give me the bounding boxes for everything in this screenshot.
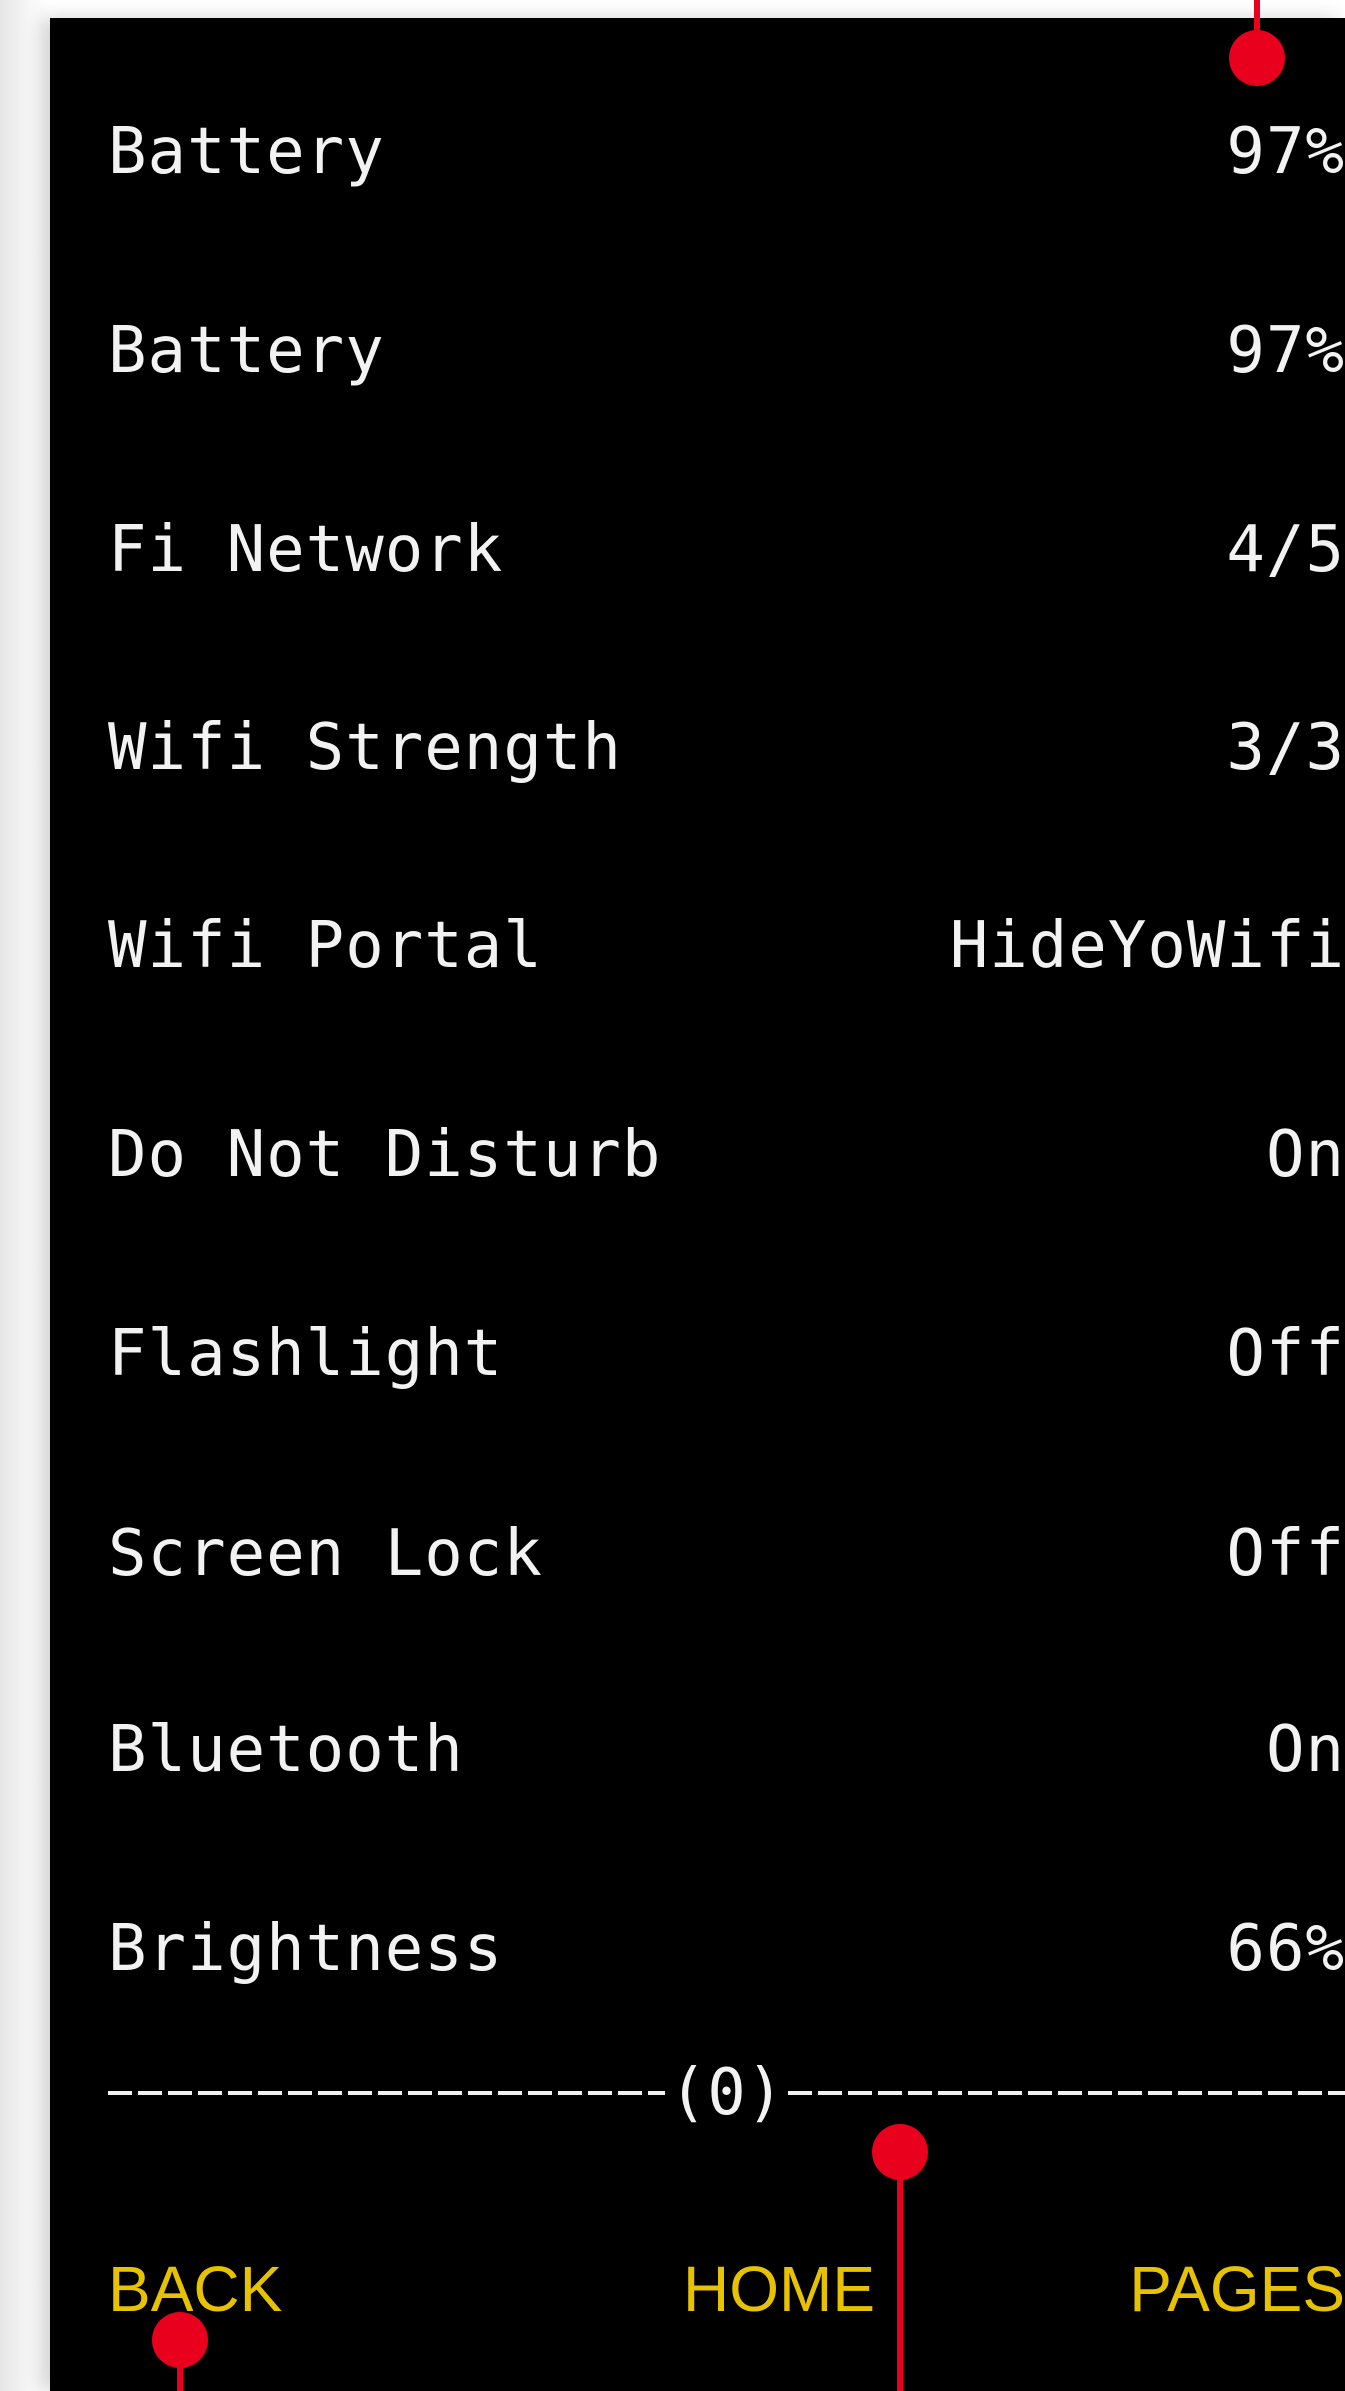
status-row-battery[interactable]: Battery 97%	[108, 92, 1345, 212]
page-counter: (0)	[668, 2056, 785, 2130]
row-value: On	[1265, 1118, 1345, 1192]
row-value: Off	[1226, 1517, 1345, 1591]
divider-dashes-left	[108, 2091, 665, 2095]
row-label: Battery	[108, 314, 385, 388]
row-label: Flashlight	[108, 1317, 504, 1391]
row-value: On	[1265, 1713, 1345, 1787]
home-button[interactable]: HOME	[683, 2252, 875, 2326]
row-value: 4/5	[1226, 513, 1345, 587]
status-row-fi-network[interactable]: Fi Network 4/5	[108, 490, 1345, 610]
row-value: 3/3	[1226, 711, 1345, 785]
row-value: 66%	[1226, 1912, 1345, 1986]
status-row-wifi-strength[interactable]: Wifi Strength 3/3	[108, 688, 1345, 808]
status-row-screen-lock[interactable]: Screen Lock Off	[108, 1494, 1345, 1614]
row-label: Wifi Portal	[108, 909, 543, 983]
back-button[interactable]: BACK	[108, 2252, 282, 2326]
page-divider: (0)	[108, 2033, 1345, 2153]
row-value: 97%	[1226, 115, 1345, 189]
device-screen: Battery 97% Battery 97% Fi Network 4/5 W…	[50, 18, 1345, 2391]
status-row-brightness[interactable]: Brightness 66%	[108, 1889, 1345, 2009]
status-row-flashlight[interactable]: Flashlight Off	[108, 1294, 1345, 1414]
row-label: Bluetooth	[108, 1713, 464, 1787]
status-row-battery-2[interactable]: Battery 97%	[108, 291, 1345, 411]
row-label: Screen Lock	[108, 1517, 543, 1591]
bottom-nav: BACK HOME PAGES	[108, 2228, 1345, 2348]
row-label: Brightness	[108, 1912, 504, 1986]
row-label: Battery	[108, 115, 385, 189]
annotation-marker-top	[1229, 30, 1285, 86]
status-row-bluetooth[interactable]: Bluetooth On	[108, 1690, 1345, 1810]
status-row-wifi-portal[interactable]: Wifi Portal HideYoWifi	[108, 886, 1345, 1006]
row-label: Wifi Strength	[108, 711, 622, 785]
row-label: Fi Network	[108, 513, 504, 587]
pages-button[interactable]: PAGES	[1129, 2252, 1345, 2326]
row-value: 97%	[1226, 314, 1345, 388]
page-stage: Battery 97% Battery 97% Fi Network 4/5 W…	[0, 0, 1345, 2391]
status-row-do-not-disturb[interactable]: Do Not Disturb On	[108, 1095, 1345, 1215]
divider-dashes-right	[788, 2091, 1345, 2095]
row-value: HideYoWifi	[949, 909, 1345, 983]
annotation-marker-line-back	[177, 2340, 183, 2391]
row-value: Off	[1226, 1317, 1345, 1391]
annotation-marker-line-counter	[897, 2150, 903, 2391]
row-label: Do Not Disturb	[108, 1118, 662, 1192]
